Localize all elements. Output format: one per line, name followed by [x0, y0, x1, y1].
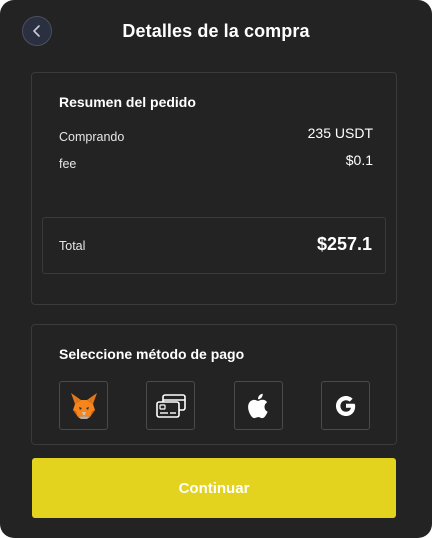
order-summary-heading: Resumen del pedido [59, 94, 196, 110]
page-title: Detalles de la compra [122, 21, 310, 41]
fee-label: fee [59, 157, 77, 171]
purchase-details-panel: Detalles de la compra Resumen del pedido… [0, 0, 432, 538]
google-icon [335, 395, 355, 416]
fee-value: $0.1 [345, 152, 373, 168]
google-pay-method-button[interactable] [321, 381, 370, 430]
credit-cards-icon [155, 393, 186, 418]
total-value: $257.1 [316, 234, 372, 254]
payment-method-card: Seleccione método de pago [31, 324, 397, 445]
total-box: Total $257.1 [42, 217, 386, 274]
continue-button[interactable]: Continuar [32, 458, 396, 518]
apple-icon [247, 393, 268, 418]
total-label: Total [59, 239, 86, 253]
order-summary-card: Resumen del pedido Comprando 235 USDT fe… [31, 72, 397, 305]
payment-method-heading: Seleccione método de pago [59, 346, 245, 362]
metamask-fox-icon [70, 392, 97, 419]
buying-label: Comprando [59, 130, 125, 144]
card-method-button[interactable] [146, 381, 195, 430]
buying-value: 235 USDT [307, 125, 373, 141]
apple-pay-method-button[interactable] [234, 381, 283, 430]
metamask-method-button[interactable] [59, 381, 108, 430]
